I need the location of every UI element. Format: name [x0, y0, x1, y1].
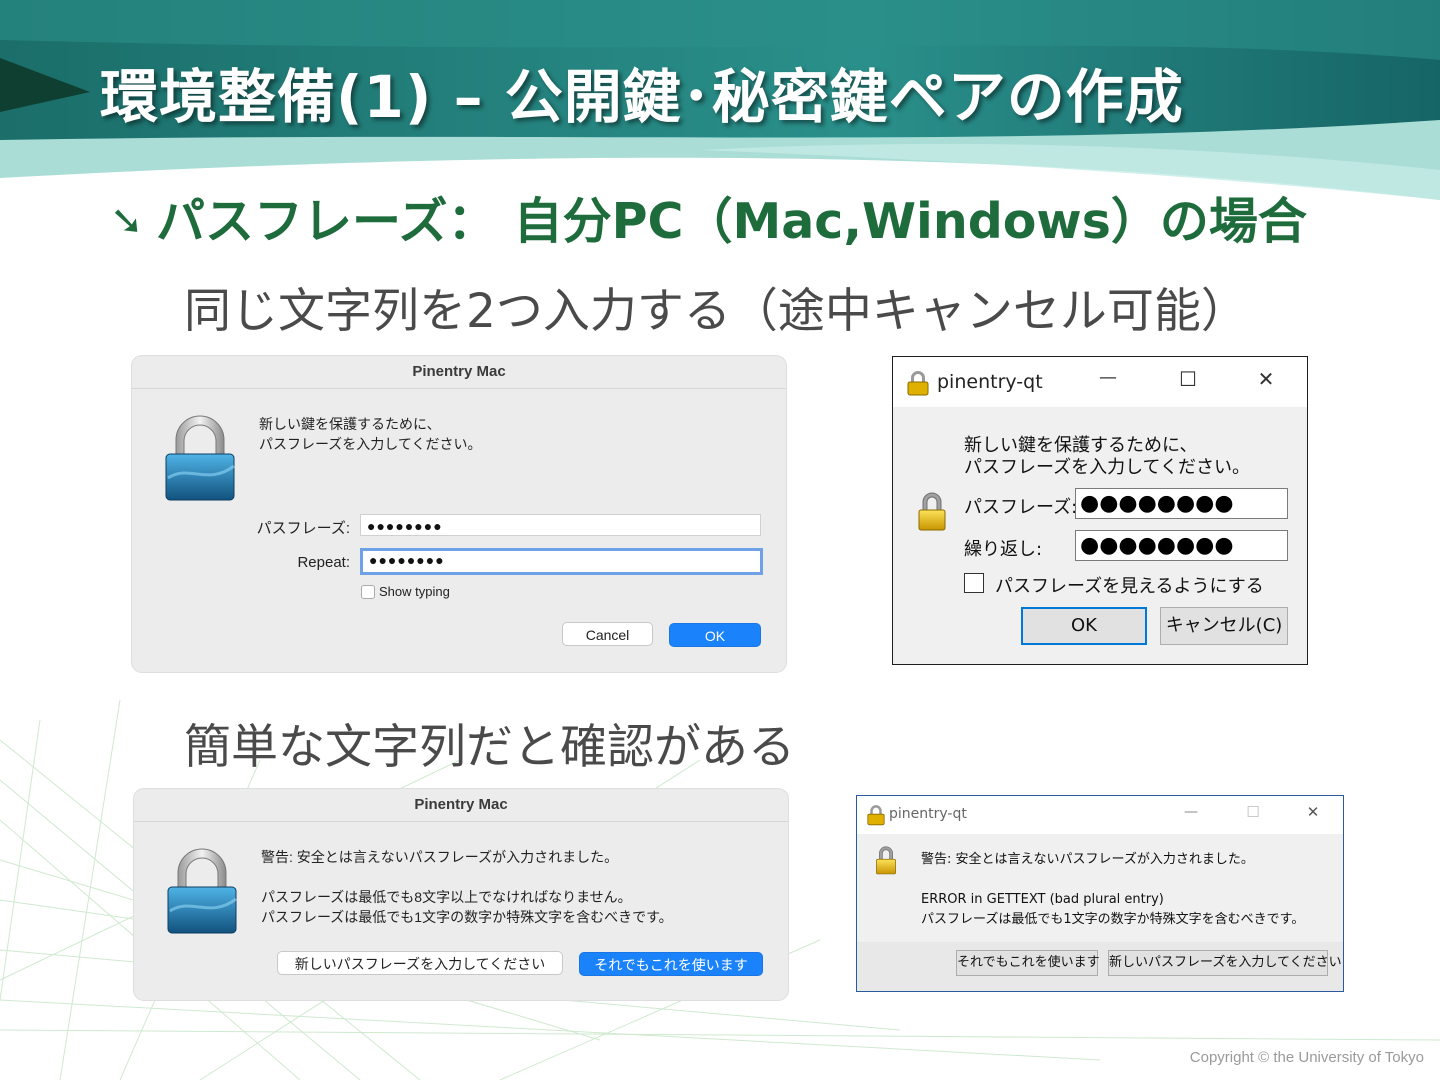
message-line: 新しい鍵を保護するために、: [259, 416, 441, 432]
detail-line: パスフレーズは最低でも8文字以上でなければなりません。: [261, 889, 632, 905]
close-icon[interactable]: ✕: [1301, 803, 1325, 821]
padlock-icon: [907, 371, 929, 396]
passphrase-label: パスフレーズ:: [964, 497, 1078, 518]
passphrase-label: パスフレーズ:: [256, 520, 350, 537]
dialog-title: Pinentry Mac: [132, 356, 786, 389]
arrow-icon: ➘: [110, 198, 144, 244]
pinentry-qt-dialog: pinentry-qt — ☐ ✕ 新しい鍵を保護するために、 パスフレーズを入…: [892, 356, 1308, 665]
warning-text: 警告: 安全とは言えないパスフレーズが入力されました。: [261, 849, 619, 865]
window-title: pinentry-qt: [889, 806, 967, 822]
message-line: パスフレーズを入力してください。: [964, 457, 1251, 478]
subheading: ➘ パスフレーズ： 自分PC（Mac,Windows）の場合: [110, 182, 1307, 253]
passphrase-field[interactable]: ●●●●●●●●: [360, 514, 761, 536]
use-anyway-button[interactable]: それでもこれを使います: [579, 952, 763, 976]
maximize-icon[interactable]: ☐: [1173, 367, 1203, 391]
cancel-button[interactable]: Cancel: [562, 622, 653, 646]
pinentry-mac-warning-dialog: Pinentry Mac 警告: 安全とは言えないパスフレーズが入力されました。…: [134, 789, 788, 1000]
pinentry-mac-dialog: Pinentry Mac 新しい鍵を保護するために、 パスフレーズを入力してくだ…: [132, 356, 786, 672]
repeat-label: Repeat:: [297, 554, 350, 571]
slide-title: 環境整備(1) – 公開鍵･秘密鍵ペアの作成: [100, 63, 1184, 131]
warning-text: 警告: 安全とは言えないパスフレーズが入力されました。: [921, 852, 1254, 867]
window-title: pinentry-qt: [937, 371, 1043, 393]
new-passphrase-button[interactable]: 新しいパスフレーズを入力してください: [277, 951, 563, 975]
repeat-label: 繰り返し:: [964, 539, 1043, 560]
passphrase-field[interactable]: ●●●●●●●●: [1075, 488, 1288, 519]
repeat-field[interactable]: ●●●●●●●●: [360, 548, 763, 575]
minimize-icon[interactable]: —: [1179, 804, 1203, 820]
maximize-icon[interactable]: ☐: [1241, 803, 1265, 821]
pinentry-qt-warning-dialog: pinentry-qt — ☐ ✕ 警告: 安全とは言えないパスフレーズが入力さ…: [856, 795, 1344, 992]
copyright: Copyright © the University of Tokyo: [1189, 1049, 1424, 1066]
repeat-field[interactable]: ●●●●●●●●: [1075, 530, 1288, 561]
close-icon[interactable]: ✕: [1251, 367, 1281, 391]
minimize-icon[interactable]: —: [1093, 367, 1123, 388]
padlock-icon: [876, 846, 896, 875]
ok-button[interactable]: OK: [1021, 607, 1147, 645]
message-line: 新しい鍵を保護するために、: [964, 435, 1198, 456]
show-passphrase-label: パスフレーズを見えるようにする: [995, 576, 1264, 597]
detail-line: パスフレーズは最低でも1文字の数字か特殊文字を含むべきです。: [921, 912, 1305, 927]
show-typing-label: Show typing: [379, 584, 450, 599]
ok-button[interactable]: OK: [669, 623, 761, 647]
caption-same-string: 同じ文字列を2つ入力する（途中キャンセル可能）: [184, 284, 1248, 339]
use-anyway-button[interactable]: それでもこれを使います: [956, 950, 1100, 976]
message-line: パスフレーズを入力してください。: [259, 436, 482, 452]
new-passphrase-button[interactable]: 新しいパスフレーズを入力してください: [1108, 950, 1342, 976]
window-titlebar: pinentry-qt — ☐ ✕: [857, 796, 1343, 834]
caption-simple-string: 簡単な文字列だと確認がある: [184, 720, 795, 775]
detail-line: ERROR in GETTEXT (bad plural entry): [921, 892, 1164, 907]
cancel-button[interactable]: キャンセル(C): [1160, 607, 1288, 645]
padlock-icon: [918, 492, 946, 531]
show-passphrase-checkbox[interactable]: [964, 573, 984, 593]
dialog-title: Pinentry Mac: [134, 789, 788, 822]
show-typing-checkbox[interactable]: [361, 585, 375, 599]
padlock-icon: [867, 805, 885, 826]
subheading-text: パスフレーズ： 自分PC（Mac,Windows）の場合: [156, 193, 1307, 250]
detail-line: パスフレーズは最低でも1文字の数字か特殊文字を含むべきです。: [261, 909, 673, 925]
message: 新しい鍵を保護するために、 パスフレーズを入力してください。: [964, 435, 1250, 479]
padlock-icon: [167, 848, 237, 934]
padlock-icon: [165, 415, 235, 501]
window-titlebar: pinentry-qt — ☐ ✕: [893, 357, 1307, 407]
